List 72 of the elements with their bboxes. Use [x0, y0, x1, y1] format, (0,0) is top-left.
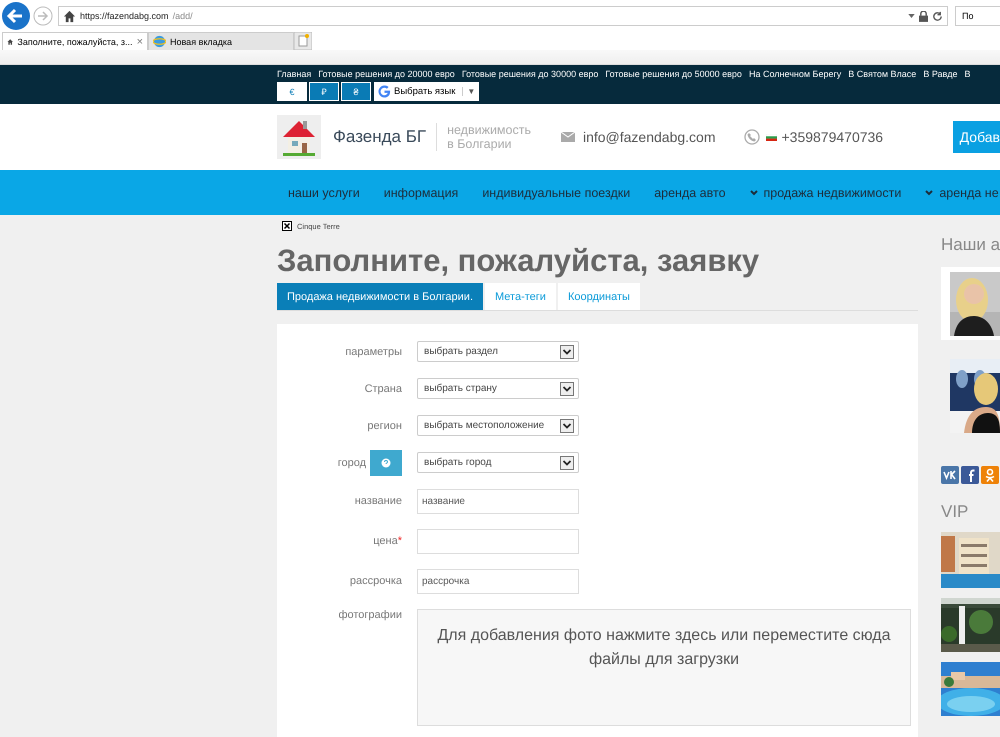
top-link[interactable]: В Святом Власе [848, 69, 916, 79]
select-field[interactable]: выбрать раздел [417, 341, 579, 362]
top-link[interactable]: В [964, 69, 970, 79]
field-label: название [354, 495, 402, 507]
brand-name[interactable]: Фазенда БГ [333, 123, 438, 151]
close-icon[interactable]: × [136, 36, 143, 48]
email-address[interactable]: info@fazendabg.com [582, 129, 716, 145]
input-field[interactable]: название [417, 488, 579, 514]
dropdown-icon[interactable] [560, 344, 574, 358]
currency-button[interactable]: ₴ [341, 82, 371, 101]
field-label: параметры [345, 346, 402, 358]
new-tab-icon[interactable] [294, 32, 312, 50]
chevron-icon [925, 190, 934, 196]
top-link[interactable]: Готовые решения до 30000 евро [462, 69, 598, 79]
currency-button[interactable]: ₽ [309, 82, 339, 101]
url-host: https://fazendabg.com [80, 11, 169, 21]
field-label: Страна [364, 382, 402, 394]
caret-icon[interactable] [908, 14, 915, 18]
input-field[interactable]: рассрочка [417, 568, 579, 594]
house-logo[interactable] [277, 115, 321, 159]
top-link[interactable]: В Равде [923, 69, 958, 79]
top-link[interactable]: Готовые решения до 50000 евро [605, 69, 742, 79]
browser-tab[interactable]: Новая вкладка [148, 32, 294, 50]
input-field[interactable] [417, 528, 579, 554]
refresh-icon[interactable] [932, 10, 943, 22]
nav-item[interactable]: аренда не [925, 186, 999, 200]
globe-icon [153, 35, 166, 48]
select-field[interactable]: выбрать город [417, 452, 579, 473]
chevron-icon [750, 190, 758, 196]
address-bar[interactable]: https://fazendabg.com /add/ [58, 6, 948, 26]
nav-item[interactable]: продажа недвижимости [750, 186, 902, 200]
share-icon[interactable] [941, 466, 959, 484]
language-select[interactable]: Выбрать язык ▼ [374, 82, 480, 101]
mail-icon [560, 132, 575, 142]
tagline: недвижимость [447, 123, 531, 137]
nav-item[interactable]: индивидуальные поездки [482, 186, 630, 200]
section-heading: Наши а [941, 235, 1000, 255]
house-icon [63, 10, 76, 22]
section-heading: VIP [941, 502, 970, 522]
nav-item[interactable]: аренда авто [654, 186, 726, 200]
field-label: регион [367, 420, 402, 432]
broken-image-icon [282, 221, 292, 231]
top-link[interactable]: Готовые решения до 20000 евро [318, 69, 455, 79]
field-label: город [338, 456, 366, 468]
dropdown-icon[interactable] [560, 456, 574, 470]
lock-icon [919, 10, 928, 22]
dropdown-icon[interactable] [560, 418, 574, 432]
nav-item[interactable]: информация [384, 186, 458, 200]
phone-number[interactable]: +359879470736 [781, 129, 884, 145]
share-icon[interactable] [961, 466, 979, 484]
form-tab[interactable]: Продажа недвижимости в Болгарии. [277, 283, 484, 310]
search-field[interactable]: По [955, 6, 1000, 26]
top-link[interactable]: Главная [277, 69, 312, 79]
field-label: рассрочка [350, 575, 402, 587]
tagline: в Болгарии [447, 137, 513, 151]
url-path: /add/ [172, 11, 193, 21]
currency-button[interactable]: € [277, 82, 307, 101]
page-title: Заполните, пожалуйста, заявку [277, 243, 760, 279]
flag-icon [766, 134, 778, 140]
select-field[interactable]: выбрать местоположение [417, 415, 579, 436]
top-link[interactable]: На Солнечном Берегу [748, 69, 842, 79]
upload-area[interactable]: Для добавления фото нажмите здесь или переместите сюда файлы для загрузки [417, 609, 911, 726]
nav-item[interactable]: наши услуги [288, 186, 360, 200]
google-icon [378, 85, 391, 98]
browser-tab[interactable]: Заполните, пожалуйста, з... × [2, 32, 148, 50]
field-label: фотографии [338, 609, 402, 621]
back-icon[interactable] [2, 2, 30, 30]
select-field[interactable]: выбрать страну [417, 378, 579, 399]
field-label: цена* [373, 535, 402, 547]
help-icon[interactable] [370, 450, 402, 476]
phone-icon [744, 129, 760, 145]
dropdown-icon[interactable] [560, 382, 574, 396]
